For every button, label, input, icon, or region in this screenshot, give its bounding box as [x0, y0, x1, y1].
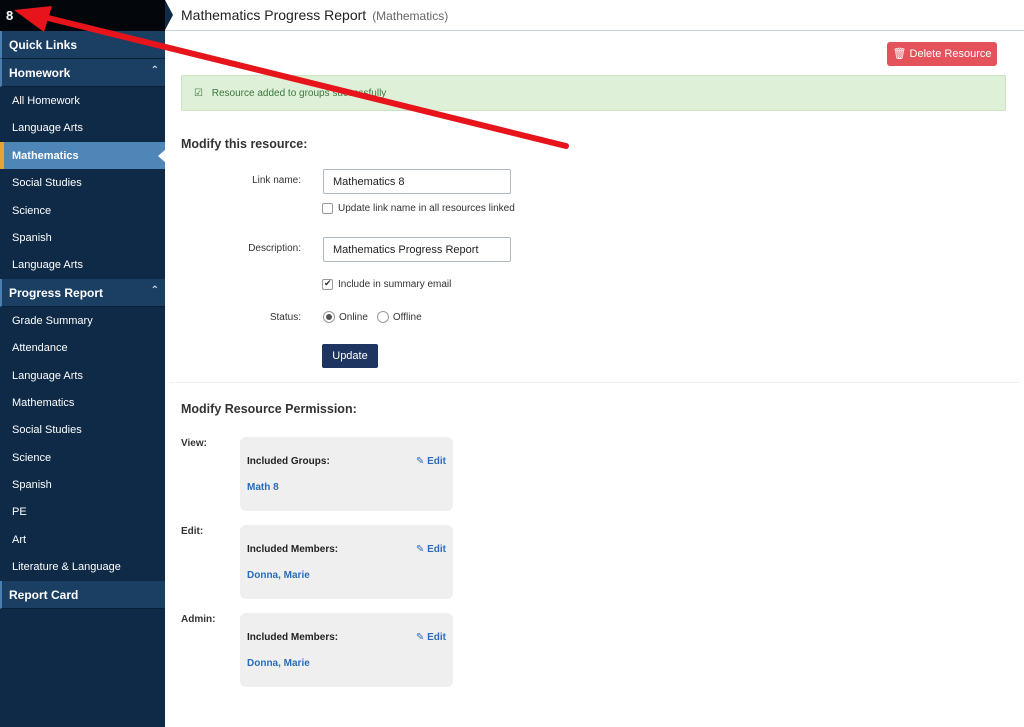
- sidebar-section-homework[interactable]: Homework ⌃: [0, 59, 165, 87]
- view-group-link[interactable]: Math 8: [247, 482, 279, 493]
- edit-edit-link[interactable]: ✎ Edit: [416, 544, 446, 555]
- sidebar-item-grade-summary[interactable]: Grade Summary: [0, 306, 165, 335]
- update-link-name-label: Update link name in all resources linked: [338, 203, 515, 214]
- link-name-label: Link name:: [252, 175, 301, 186]
- chevron-down-icon: ⌄: [150, 37, 159, 48]
- page-subtitle: (Mathematics): [372, 9, 449, 23]
- summary-email-label: Include in summary email: [338, 279, 452, 290]
- sidebar-item-language-arts-2[interactable]: Language Arts: [0, 251, 165, 279]
- status-online-label: Online: [339, 311, 368, 323]
- summary-email-checkbox[interactable]: [322, 278, 333, 290]
- admin-permission-label: Admin:: [181, 614, 216, 625]
- sidebar-section-label: Report Card: [9, 587, 79, 602]
- delete-resource-button[interactable]: 🗑 Delete Resource: [887, 42, 997, 66]
- admin-card-title: Included Members:: [247, 632, 339, 643]
- view-edit-label: Edit: [427, 456, 446, 467]
- sidebar-section-label: Progress Report: [9, 285, 104, 300]
- admin-permission-card: Included Members: ✎ Edit Donna, Marie: [240, 613, 453, 687]
- view-permission-card: Included Groups: ✎ Edit Math 8: [240, 437, 453, 511]
- admin-members-link[interactable]: Donna, Marie: [247, 658, 310, 669]
- chevron-up-icon: ⌃: [150, 65, 159, 76]
- page-title-text: Mathematics Progress Report: [181, 7, 367, 23]
- sidebar-item-science[interactable]: Science: [0, 196, 165, 224]
- delete-resource-label: Delete Resource: [909, 48, 992, 60]
- success-alert: ☑ Resource added to groups successfully: [181, 75, 1006, 111]
- status-offline-label: Offline: [392, 311, 422, 323]
- description-input[interactable]: [323, 237, 511, 262]
- pencil-icon: ✎: [415, 632, 425, 643]
- status-offline-radio[interactable]: [376, 311, 389, 323]
- sidebar-item-all-homework[interactable]: All Homework: [0, 87, 165, 115]
- trash-icon: 🗑: [892, 48, 907, 60]
- page-title: Mathematics Progress Report (Mathematics): [181, 7, 448, 23]
- summary-email-row[interactable]: Include in summary email: [322, 278, 452, 290]
- admin-edit-link[interactable]: ✎ Edit: [416, 632, 446, 643]
- status-label: Status:: [269, 312, 301, 323]
- view-edit-link[interactable]: ✎ Edit: [416, 456, 446, 467]
- update-link-name-checkbox[interactable]: [322, 203, 333, 214]
- sidebar-item-pr-art[interactable]: Art: [0, 525, 165, 554]
- view-permission-label: View:: [181, 438, 207, 449]
- pencil-icon: ✎: [415, 544, 425, 555]
- success-alert-message: Resource added to groups successfully: [211, 88, 387, 99]
- sidebar-section-progress-report[interactable]: Progress Report ⌃: [0, 278, 165, 307]
- sidebar-item-pr-spanish[interactable]: Spanish: [0, 471, 165, 499]
- page-header: Mathematics Progress Report (Mathematics): [165, 0, 1024, 31]
- update-button[interactable]: Update: [322, 344, 378, 368]
- sidebar-item-mathematics[interactable]: Mathematics: [0, 141, 166, 170]
- sidebar: 8 Quick Links ⌄ Homework ⌃ All Homework …: [0, 0, 166, 727]
- admin-edit-label: Edit: [427, 632, 446, 643]
- update-link-name-row[interactable]: Update link name in all resources linked: [322, 203, 515, 214]
- sidebar-top-label: 8: [0, 0, 165, 31]
- header-notch: [165, 0, 173, 30]
- chevron-up-icon: ⌃: [150, 284, 159, 296]
- sidebar-section-quick-links[interactable]: Quick Links ⌄: [0, 31, 165, 59]
- sidebar-item-pr-mathematics[interactable]: Mathematics: [0, 388, 165, 417]
- modify-permission-heading: Modify Resource Permission:: [181, 402, 357, 416]
- sidebar-item-pr-literature-language[interactable]: Literature & Language: [0, 553, 165, 581]
- sidebar-item-language-arts[interactable]: Language Arts: [0, 114, 165, 142]
- status-online-radio[interactable]: [323, 311, 335, 323]
- sidebar-item-pr-pe[interactable]: PE: [0, 498, 165, 526]
- section-divider: [170, 382, 1020, 383]
- modify-resource-heading: Modify this resource:: [181, 137, 308, 151]
- sidebar-section-report-card[interactable]: Report Card: [0, 580, 165, 609]
- view-card-title: Included Groups:: [247, 456, 330, 467]
- edit-permission-card: Included Members: ✎ Edit Donna, Marie: [240, 525, 453, 599]
- edit-members-link[interactable]: Donna, Marie: [247, 570, 310, 581]
- sidebar-item-attendance[interactable]: Attendance: [0, 334, 165, 362]
- edit-edit-label: Edit: [427, 544, 446, 555]
- link-name-input[interactable]: [323, 169, 511, 194]
- sidebar-item-social-studies[interactable]: Social Studies: [0, 169, 165, 197]
- description-label: Description:: [248, 243, 301, 254]
- sidebar-item-spanish[interactable]: Spanish: [0, 223, 165, 252]
- status-radio-group: Online Offline: [323, 311, 422, 323]
- check-square-icon: ☑: [194, 88, 203, 99]
- sidebar-item-pr-social-studies[interactable]: Social Studies: [0, 416, 165, 444]
- sidebar-item-pr-science[interactable]: Science: [0, 443, 165, 472]
- sidebar-section-label: Homework: [9, 66, 71, 80]
- edit-card-title: Included Members:: [247, 544, 339, 555]
- sidebar-item-pr-language-arts[interactable]: Language Arts: [0, 361, 165, 389]
- sidebar-section-label: Quick Links: [9, 38, 78, 52]
- edit-permission-label: Edit:: [181, 526, 204, 537]
- pencil-icon: ✎: [415, 456, 425, 467]
